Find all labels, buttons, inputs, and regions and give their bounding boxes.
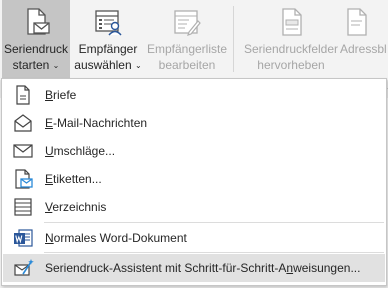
select-recipients-icon (95, 10, 122, 36)
email-icon (14, 114, 32, 132)
start-mail-merge-label-1: Seriendruck (3, 42, 69, 56)
menu-item-label: Umschläge... (45, 144, 116, 158)
menu-divider (44, 252, 384, 253)
address-block-icon (347, 8, 367, 36)
highlight-merge-fields-button[interactable]: Seriendruckfelder hervorheben (242, 0, 340, 78)
address-block-label: Adressbl (340, 42, 387, 56)
select-recipients-label-2: auswählen (74, 58, 132, 72)
directory-icon (14, 198, 32, 216)
select-recipients-label-1: Empfänger (78, 42, 138, 56)
menu-item-label: E-Mail-Nachrichten (45, 116, 148, 130)
edit-recipient-list-label-2: bearbeiten (158, 58, 216, 72)
menu-item-label: Etiketten... (45, 172, 102, 186)
envelope-icon (13, 144, 33, 158)
start-mail-merge-button[interactable]: Seriendruck starten ⌄ (2, 0, 70, 78)
start-mail-merge-label-2: starten (12, 58, 50, 72)
highlight-merge-fields-label-2: hervorheben (257, 58, 325, 72)
ribbon-group-separator (233, 6, 234, 72)
menu-item-label: Normales Word-Dokument (45, 231, 187, 245)
menu-item-labels[interactable]: Etiketten... (3, 165, 385, 193)
highlight-merge-fields-label-1: Seriendruckfelder (243, 42, 339, 56)
wizard-icon (14, 259, 34, 276)
select-recipients-button[interactable]: Empfänger auswählen ⌄ (72, 0, 144, 78)
edit-recipient-list-button[interactable]: Empfängerliste bearbeiten (144, 0, 230, 78)
menu-item-normal-word-document[interactable]: Normales Word-Dokument (3, 224, 385, 252)
menu-divider (44, 222, 384, 223)
menu-item-email-messages[interactable]: E-Mail-Nachrichten (3, 109, 385, 137)
menu-item-label: Verzeichnis (45, 200, 107, 214)
menu-item-label: Briefe (45, 88, 77, 102)
start-mail-merge-dropdown-menu: Briefe E-Mail-Nachrichten Umschläge... E… (1, 78, 387, 286)
edit-recipient-list-label-1: Empfängerliste (146, 42, 228, 56)
highlight-merge-fields-icon (282, 8, 302, 36)
menu-item-letters[interactable]: Briefe (3, 81, 385, 109)
ribbon-mailings: Seriendruck starten ⌄ Empfänger auswähle… (0, 0, 388, 80)
chevron-down-icon: ⌄ (135, 61, 142, 70)
chevron-down-icon: ⌄ (52, 61, 60, 70)
menu-item-mail-merge-wizard[interactable]: Seriendruck-Assistent mit Schritt-für-Sc… (3, 254, 385, 282)
menu-item-directory[interactable]: Verzeichnis (3, 193, 385, 221)
word-document-icon (14, 229, 33, 247)
menu-item-label: Seriendruck-Assistent mit Schritt-für-Sc… (45, 261, 361, 275)
edit-recipient-list-icon (174, 10, 201, 36)
letter-icon (16, 85, 30, 105)
address-block-button[interactable]: Adressbl (340, 0, 388, 78)
mail-merge-icon (27, 8, 50, 35)
labels-icon (15, 169, 33, 189)
menu-item-envelopes[interactable]: Umschläge... (3, 137, 385, 165)
